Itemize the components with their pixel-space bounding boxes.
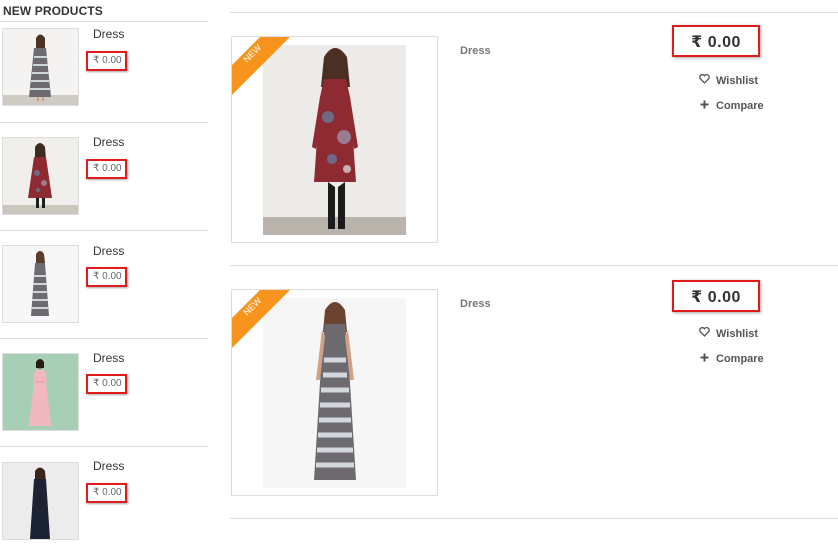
price-highlight: ₹ 0.00: [672, 25, 760, 57]
sidebar-product-item: Dress ₹ 0.00: [0, 238, 208, 338]
sidebar-product-image[interactable]: [2, 245, 79, 323]
sidebar-title: NEW PRODUCTS: [3, 4, 103, 18]
wishlist-button[interactable]: Wishlist: [698, 74, 758, 87]
new-products-sidebar: NEW PRODUCTS Dress ₹ 0.00 Dress ₹ 0.00 D…: [0, 0, 208, 540]
wishlist-label: Wishlist: [716, 327, 759, 340]
wishlist-button[interactable]: Wishlist: [698, 327, 758, 340]
product-image[interactable]: NEW: [231, 289, 438, 496]
sidebar-product-item: Dress ₹ 0.00: [0, 454, 208, 554]
compare-label: Compare: [716, 353, 764, 365]
divider: [230, 12, 838, 13]
divider: [230, 518, 838, 519]
wishlist-label: Wishlist: [716, 74, 759, 87]
divider: [0, 446, 208, 447]
sidebar-product-image[interactable]: [2, 353, 79, 431]
product-name[interactable]: Dress: [460, 298, 491, 310]
sidebar-product-name[interactable]: Dress: [93, 135, 124, 149]
sidebar-product-name[interactable]: Dress: [93, 27, 124, 41]
product-item: NEW Dress ₹ 0.00 Wishlist Compare: [230, 25, 838, 276]
divider: [0, 122, 208, 123]
sidebar-price-highlight: ₹ 0.00: [86, 267, 127, 287]
sidebar-product-price: ₹ 0.00: [93, 271, 122, 282]
sidebar-product-image[interactable]: [2, 462, 79, 540]
sidebar-product-image[interactable]: [2, 28, 79, 106]
divider: [0, 230, 208, 231]
product-name[interactable]: Dress: [460, 45, 491, 57]
sidebar-product-price: ₹ 0.00: [93, 378, 122, 389]
product-price: ₹ 0.00: [691, 289, 741, 306]
sidebar-price-highlight: ₹ 0.00: [86, 51, 127, 71]
sidebar-price-highlight: ₹ 0.00: [86, 483, 127, 503]
plus-icon: [698, 100, 710, 112]
sidebar-product-price: ₹ 0.00: [93, 163, 122, 174]
sidebar-product-item: Dress ₹ 0.00: [0, 22, 208, 122]
compare-button[interactable]: Compare: [698, 353, 764, 365]
divider: [0, 338, 208, 339]
heart-icon: [698, 74, 710, 87]
plus-icon: [698, 353, 710, 365]
product-list: NEW Dress ₹ 0.00 Wishlist Compare NEW Dr…: [230, 0, 838, 537]
sidebar-product-name[interactable]: Dress: [93, 244, 124, 258]
sidebar-product-price: ₹ 0.00: [93, 487, 122, 498]
sidebar-product-item: Dress ₹ 0.00: [0, 346, 208, 446]
product-item: NEW Dress ₹ 0.00 Wishlist Compare: [230, 280, 838, 529]
sidebar-product-name[interactable]: Dress: [93, 351, 124, 365]
sidebar-product-image[interactable]: [2, 137, 79, 215]
sidebar-price-highlight: ₹ 0.00: [86, 374, 127, 394]
compare-button[interactable]: Compare: [698, 100, 764, 112]
compare-label: Compare: [716, 100, 764, 112]
heart-icon: [698, 327, 710, 340]
product-image[interactable]: NEW: [231, 36, 438, 243]
sidebar-product-price: ₹ 0.00: [93, 55, 122, 66]
price-highlight: ₹ 0.00: [672, 280, 760, 312]
sidebar-product-item: Dress ₹ 0.00: [0, 130, 208, 230]
sidebar-product-name[interactable]: Dress: [93, 459, 124, 473]
product-price: ₹ 0.00: [691, 34, 741, 51]
sidebar-price-highlight: ₹ 0.00: [86, 159, 127, 179]
divider: [230, 265, 838, 266]
